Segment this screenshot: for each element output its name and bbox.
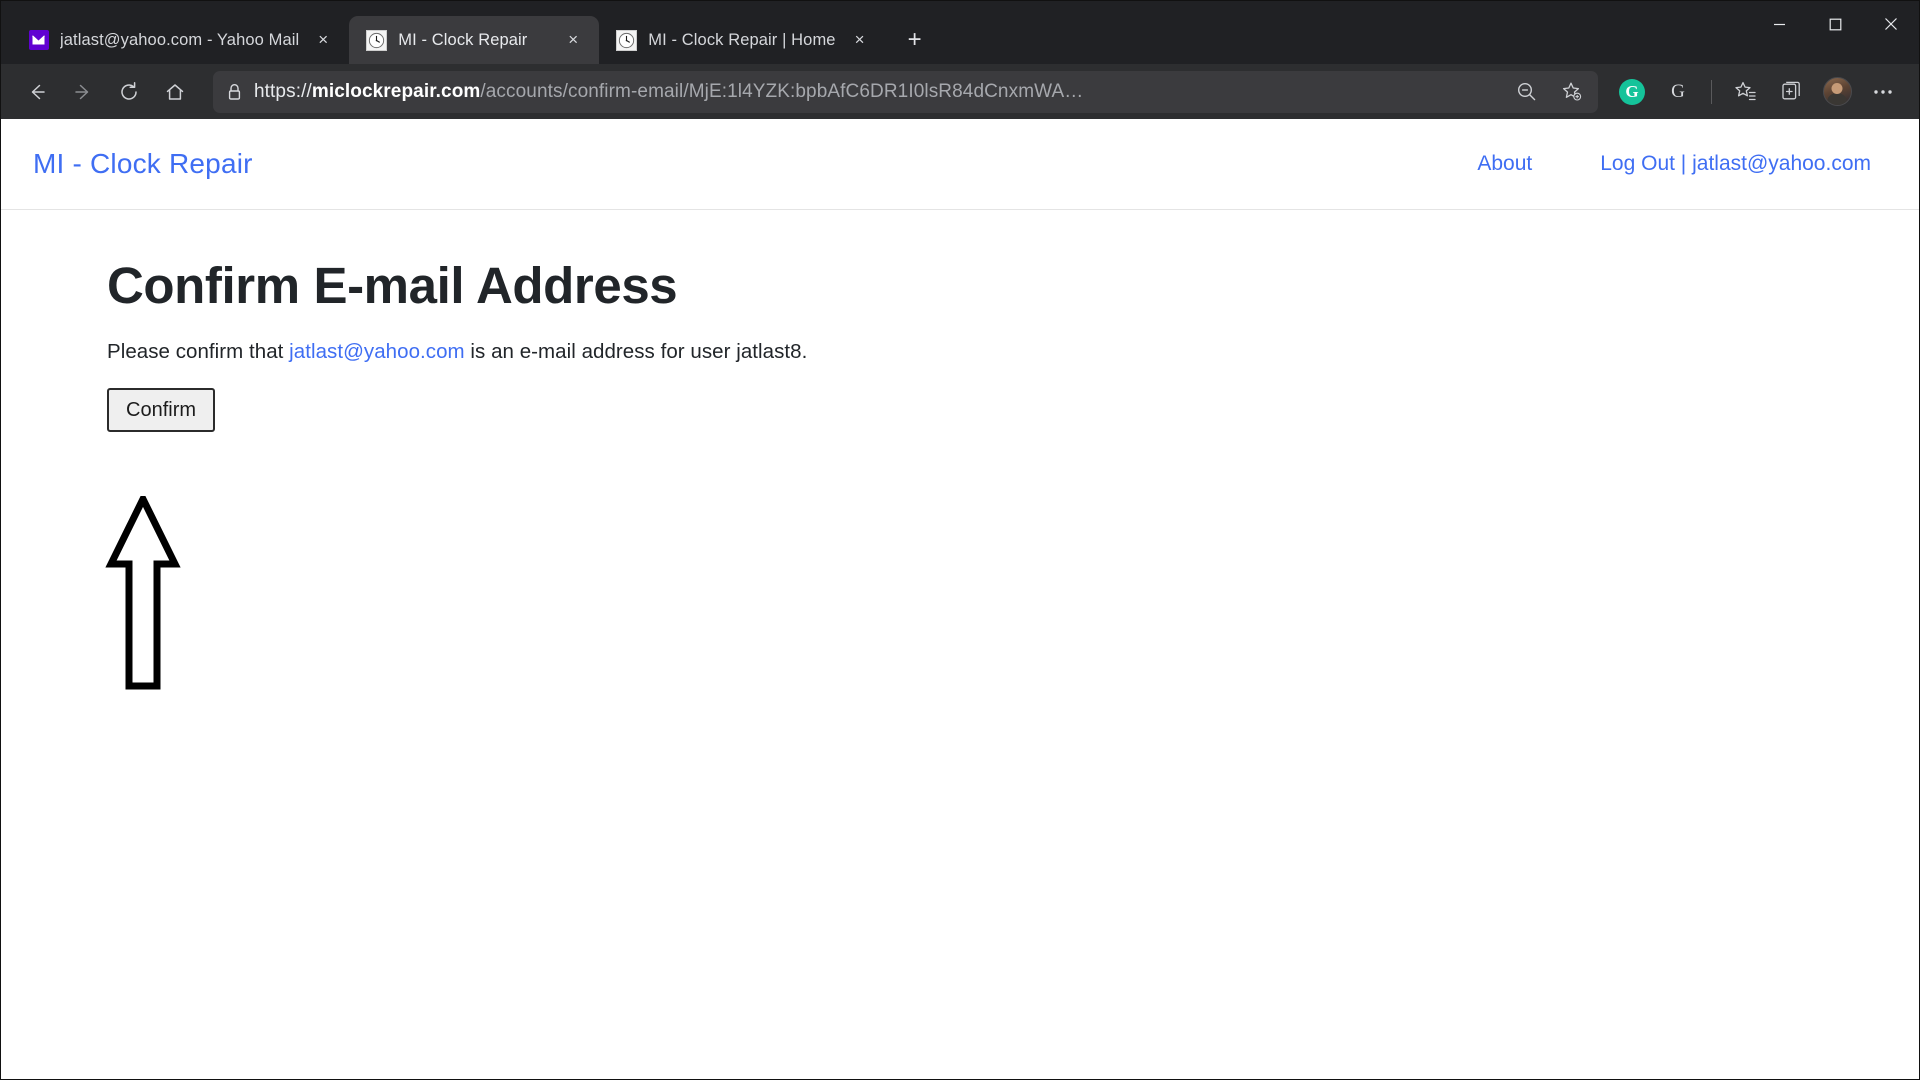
site-navigation: About Log Out | jatlast@yahoo.com	[1477, 152, 1871, 176]
tab-title: MI - Clock Repair | Home	[648, 30, 836, 49]
site-header: MI - Clock Repair About Log Out | jatlas…	[1, 119, 1919, 210]
browser-toolbar: https://miclockrepair.com/accounts/confi…	[1, 64, 1919, 119]
nav-link-about[interactable]: About	[1477, 152, 1532, 176]
tab-mi-clock-repair-home[interactable]: MI - Clock Repair | Home ×	[599, 16, 885, 64]
tab-title: jatlast@yahoo.com - Yahoo Mail	[60, 30, 300, 49]
second-extension-icon[interactable]: G	[1656, 70, 1700, 114]
page-content: Confirm E-mail Address Please confirm th…	[1, 210, 1919, 433]
clock-icon	[616, 29, 638, 51]
toolbar-divider	[1711, 79, 1712, 104]
confirm-button[interactable]: Confirm	[107, 388, 216, 433]
window-controls	[1751, 1, 1919, 47]
email-link[interactable]: jatlast@yahoo.com	[289, 340, 465, 363]
back-icon[interactable]	[15, 70, 59, 114]
favorites-list-icon[interactable]	[1723, 70, 1767, 114]
address-bar[interactable]: https://miclockrepair.com/accounts/confi…	[213, 70, 1598, 113]
extension-g-glyph: G	[1671, 80, 1685, 102]
url-path: /accounts/confirm-email/MjE:1l4YZK:bpbAf…	[480, 80, 1084, 102]
browser-window: jatlast@yahoo.com - Yahoo Mail × MI - Cl…	[0, 0, 1920, 1080]
clock-icon	[366, 29, 388, 51]
settings-and-more-button[interactable]	[1861, 70, 1905, 114]
tab-yahoo-mail[interactable]: jatlast@yahoo.com - Yahoo Mail ×	[11, 16, 349, 64]
zoom-out-icon[interactable]	[1508, 74, 1544, 110]
page-title: Confirm E-mail Address	[107, 257, 678, 314]
close-icon[interactable]: ×	[310, 27, 336, 53]
grammarly-logo: G	[1619, 78, 1645, 105]
forward-icon[interactable]	[61, 70, 105, 114]
up-arrow-annotation	[105, 491, 183, 692]
close-icon[interactable]: ×	[560, 27, 586, 53]
lock-icon	[227, 83, 244, 101]
avatar	[1822, 77, 1852, 106]
site-brand-link[interactable]: MI - Clock Repair	[33, 148, 253, 180]
nav-link-logout[interactable]: Log Out | jatlast@yahoo.com	[1600, 152, 1871, 176]
close-icon[interactable]: ×	[847, 27, 873, 53]
minimize-button[interactable]	[1751, 1, 1807, 47]
collections-icon[interactable]	[1769, 70, 1813, 114]
message-suffix: is an e-mail address for user jatlast8.	[464, 340, 808, 364]
confirmation-message: Please confirm that jatlast@yahoo.com is…	[107, 340, 1919, 364]
grammarly-extension-icon[interactable]: G	[1610, 70, 1654, 114]
refresh-icon[interactable]	[107, 70, 151, 114]
new-tab-button[interactable]: +	[896, 21, 934, 59]
home-icon[interactable]	[153, 70, 197, 114]
maximize-button[interactable]	[1807, 1, 1863, 47]
close-window-button[interactable]	[1863, 1, 1919, 47]
url-scheme: https://	[254, 80, 312, 102]
url-text[interactable]: https://miclockrepair.com/accounts/confi…	[254, 81, 1498, 103]
url-host: miclockrepair.com	[311, 80, 481, 102]
page-viewport: MI - Clock Repair About Log Out | jatlas…	[1, 119, 1919, 1079]
mail-icon	[28, 30, 49, 51]
favorites-add-icon[interactable]	[1554, 74, 1590, 110]
tab-strip: jatlast@yahoo.com - Yahoo Mail × MI - Cl…	[1, 1, 1919, 64]
tab-mi-clock-repair[interactable]: MI - Clock Repair ×	[349, 16, 600, 64]
tab-title: MI - Clock Repair	[398, 30, 528, 49]
profile-avatar[interactable]	[1815, 70, 1859, 114]
message-prefix: Please confirm that	[107, 340, 290, 364]
